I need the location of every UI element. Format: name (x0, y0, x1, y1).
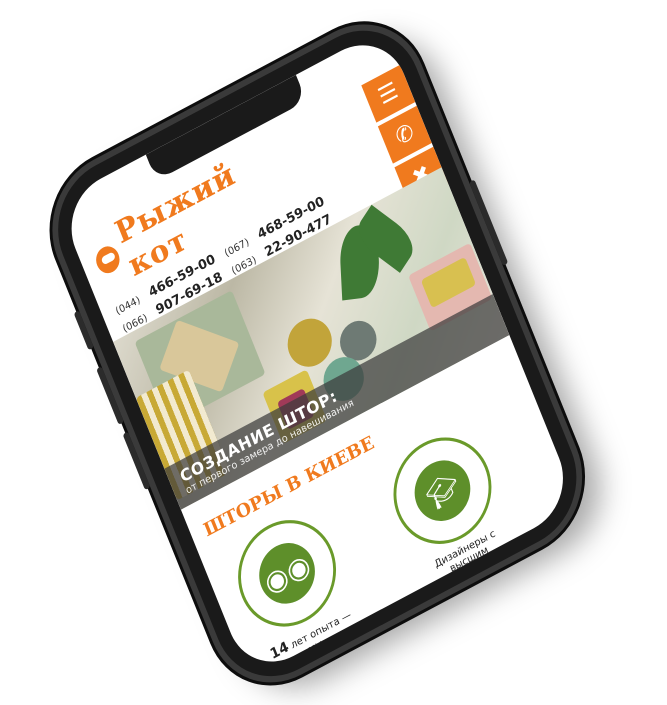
phone-screen: Рыжий кот (044) 466-59-00 (067) 468-59-0… (56, 27, 578, 680)
volume-down-button (122, 431, 151, 491)
graduation-cap-icon: 🎓︎ (405, 450, 479, 532)
device-mockup: Рыжий кот (044) 466-59-00 (067) 468-59-0… (0, 0, 667, 700)
phone-frame: Рыжий кот (044) 466-59-00 (067) 468-59-0… (38, 7, 596, 700)
feature-designers: 🎓︎ Дизайнеры с высшим (378, 419, 515, 588)
callback-icon: ✆ (391, 118, 418, 151)
owl-icon: ◉◉ (250, 532, 324, 614)
menu-icon: ☰ (374, 77, 402, 110)
volume-up-button (96, 366, 125, 425)
cat-logo-icon (92, 242, 124, 278)
mute-switch (73, 310, 94, 351)
feature-experience: ◉◉ 14 лет опыта — мы (222, 501, 362, 676)
